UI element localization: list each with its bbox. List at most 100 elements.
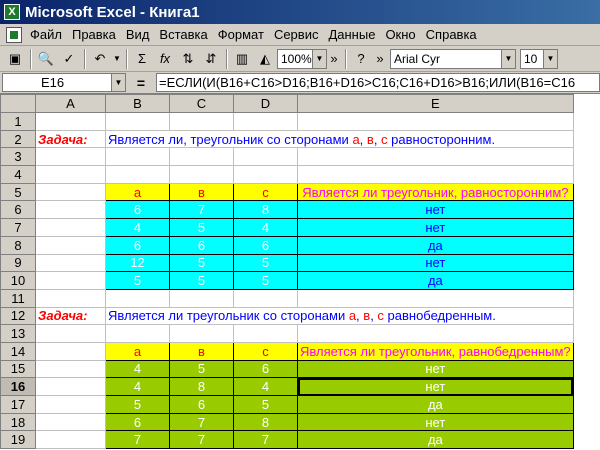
row-header[interactable]: 8 [0,235,36,255]
table-cell[interactable]: 5 [105,271,170,290]
save-icon[interactable]: ▣ [4,48,26,70]
table-cell[interactable]: 5 [169,218,234,237]
row-header[interactable]: 4 [0,165,36,184]
menu-data[interactable]: Данные [328,27,375,42]
select-all-corner[interactable] [0,94,36,113]
table-cell[interactable]: 5 [169,359,234,379]
cell[interactable] [297,147,574,167]
result-cell[interactable]: нет [297,359,574,379]
name-box[interactable]: E16 ▼ [2,73,126,92]
table-cell[interactable]: 8 [233,412,298,432]
undo-icon[interactable]: ↶ [89,48,111,70]
result-cell[interactable]: да [297,235,574,255]
result-cell[interactable]: нет [297,253,574,273]
cell[interactable] [35,288,106,308]
table-cell[interactable]: 7 [169,200,234,220]
result-cell[interactable]: да [297,271,574,290]
cell[interactable] [105,165,170,184]
table-cell[interactable]: 5 [233,395,298,414]
cell[interactable] [297,112,574,131]
result-cell[interactable]: нет [297,218,574,237]
cell[interactable] [105,112,170,131]
sort-descending-icon[interactable]: ⇵ [200,48,222,70]
cell[interactable] [35,253,106,273]
cell[interactable] [233,165,298,184]
column-header-c[interactable]: C [169,94,234,113]
column-header-e[interactable]: E [297,94,574,113]
zoom-select[interactable]: 100% ▼ [277,48,327,69]
column-header-b[interactable]: B [105,94,170,113]
table-cell[interactable]: 4 [105,377,170,396]
row-header[interactable]: 2 [0,129,36,149]
cell[interactable] [35,200,106,220]
cell[interactable] [233,112,298,131]
cell[interactable] [35,218,106,237]
column-header-a[interactable]: A [35,94,106,113]
result-cell[interactable]: да [297,395,574,414]
selected-cell-e16[interactable]: нет [297,377,574,396]
table-cell[interactable]: 7 [233,430,298,450]
cell[interactable] [35,359,106,379]
header-cell-question[interactable]: Является ли треугольник, равнобедренным? [297,341,574,361]
cell[interactable] [35,341,106,361]
formula-input[interactable]: =ЕСЛИ(И(B16+C16>D16;B16+D16>C16;C16+D16>… [156,73,600,92]
table-cell[interactable]: 6 [169,395,234,414]
cell[interactable] [233,147,298,167]
excel-app-icon[interactable]: X [4,4,20,20]
cell[interactable] [35,271,106,290]
menu-format[interactable]: Формат [218,27,264,42]
table-cell[interactable]: 12 [105,253,170,273]
table-cell[interactable]: 4 [105,359,170,379]
cell[interactable] [233,324,298,343]
autosum-icon[interactable]: Σ [131,48,153,70]
row-header[interactable]: 12 [0,306,36,326]
row-header[interactable]: 1 [0,112,36,131]
help-icon[interactable]: ? [350,48,372,70]
chevron-down-icon[interactable]: ▼ [543,49,557,68]
print-preview-icon[interactable]: 🔍 [35,48,57,70]
cell[interactable] [169,324,234,343]
row-header-active[interactable]: 16 [0,377,36,396]
cell[interactable] [105,147,170,167]
task-text[interactable]: Является ли треугольник со сторонами а, … [105,306,574,326]
menu-tools[interactable]: Сервис [274,27,319,42]
window-titlebar[interactable]: X Microsoft Excel - Книга1 [0,0,600,24]
row-header[interactable]: 15 [0,359,36,379]
cell[interactable] [35,395,106,414]
table-cell[interactable]: 6 [233,359,298,379]
table-cell[interactable]: 5 [233,271,298,290]
row-header[interactable]: 17 [0,395,36,414]
cell[interactable] [105,324,170,343]
cell[interactable] [35,324,106,343]
header-cell-c[interactable]: с [233,341,298,361]
table-cell[interactable]: 5 [169,271,234,290]
cell[interactable] [35,147,106,167]
table-cell[interactable]: 6 [105,200,170,220]
cell[interactable] [35,377,106,396]
result-cell[interactable]: да [297,430,574,450]
menu-edit[interactable]: Правка [72,27,116,42]
chart-wizard-icon[interactable]: ▥ [231,48,253,70]
menu-insert[interactable]: Вставка [159,27,207,42]
row-header[interactable]: 19 [0,430,36,450]
cell[interactable] [233,288,298,308]
cell[interactable] [35,112,106,131]
more-buttons-icon[interactable]: » [327,48,341,70]
chevron-down-icon[interactable]: ▼ [501,49,515,68]
table-cell[interactable]: 8 [233,200,298,220]
header-cell-a[interactable]: а [105,341,170,361]
table-cell[interactable]: 5 [169,253,234,273]
cell[interactable] [169,112,234,131]
cell[interactable] [169,165,234,184]
table-cell[interactable]: 7 [169,430,234,450]
row-header[interactable]: 3 [0,147,36,167]
font-select[interactable]: Arial Cyr ▼ [390,48,516,69]
table-cell[interactable]: 8 [169,377,234,396]
more-buttons-icon[interactable]: » [373,48,387,70]
menu-file[interactable]: Файл [30,27,62,42]
row-header[interactable]: 10 [0,271,36,290]
result-cell[interactable]: нет [297,412,574,432]
row-header[interactable]: 6 [0,200,36,220]
menu-help[interactable]: Справка [426,27,477,42]
table-cell[interactable]: 4 [105,218,170,237]
